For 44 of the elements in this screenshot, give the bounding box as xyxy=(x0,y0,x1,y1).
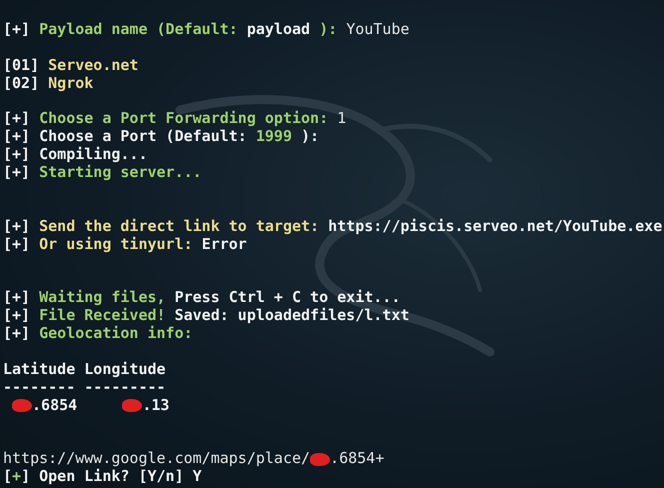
terminal-text: Serveo.net xyxy=(47,56,138,75)
terminal-text: Waiting files, xyxy=(38,289,167,308)
terminal-text: [+] xyxy=(3,218,30,236)
terminal-text: ): xyxy=(318,21,338,39)
terminal-text: [ xyxy=(3,468,12,486)
terminal-text: [+] xyxy=(3,164,30,182)
terminal-text: Press Ctrl + C to exit... xyxy=(174,289,400,308)
terminal-text: [+] xyxy=(3,307,30,326)
terminal-text: payload xyxy=(246,21,310,39)
terminal-text: Starting server... xyxy=(38,164,202,182)
terminal-text: File Received! xyxy=(38,307,167,326)
terminal-text: Or using tinyurl: xyxy=(38,236,194,254)
terminal-text: Geolocation info: xyxy=(38,325,193,344)
terminal-text: Ngrok xyxy=(47,74,94,93)
terminal-text: .13 xyxy=(142,396,170,415)
terminal-text: Choose a Port Forwarding option: xyxy=(38,110,330,128)
redaction-scribble xyxy=(122,399,142,412)
terminal-text: Payload name (Default: xyxy=(38,21,239,39)
terminal-text: [+] xyxy=(3,21,30,39)
redaction-scribble xyxy=(12,399,32,412)
terminal-text: [+] xyxy=(3,289,30,308)
terminal-text: .6854 xyxy=(32,396,78,415)
terminal-text: Saved: uploadedfiles/l.txt xyxy=(174,307,410,326)
terminal-text: Latitude Longitude xyxy=(3,360,166,379)
terminal-text: + xyxy=(12,468,22,486)
redaction-scribble xyxy=(310,452,330,466)
terminal-text: https://piscis.serveo.net/YouTube.exe xyxy=(328,218,662,236)
terminal-text: Send the direct link to target: xyxy=(38,218,320,236)
terminal-text: [01] xyxy=(3,56,40,75)
terminal-text: [+] Compiling... xyxy=(3,146,148,164)
terminal-text: [+] xyxy=(3,325,30,344)
terminal-text: ] Open Link? [Y/n] Y xyxy=(21,468,202,486)
terminal-text: [+] xyxy=(3,110,30,128)
terminal-text: https://www.google.com/maps/place/ xyxy=(3,450,310,468)
terminal-text: [02] xyxy=(3,74,40,93)
terminal-text: .6854+ xyxy=(330,450,384,468)
terminal-text: 1999 xyxy=(256,128,292,146)
terminal-text: 1 xyxy=(337,110,346,128)
terminal-text: [+] xyxy=(3,236,30,254)
terminal-text: ): xyxy=(300,128,320,146)
terminal-text: YouTube xyxy=(346,21,410,39)
terminal-text: [+] Choose a Port (Default: xyxy=(3,128,248,146)
terminal-text: Error xyxy=(202,236,247,254)
terminal-text: -------- --------- xyxy=(3,378,166,397)
